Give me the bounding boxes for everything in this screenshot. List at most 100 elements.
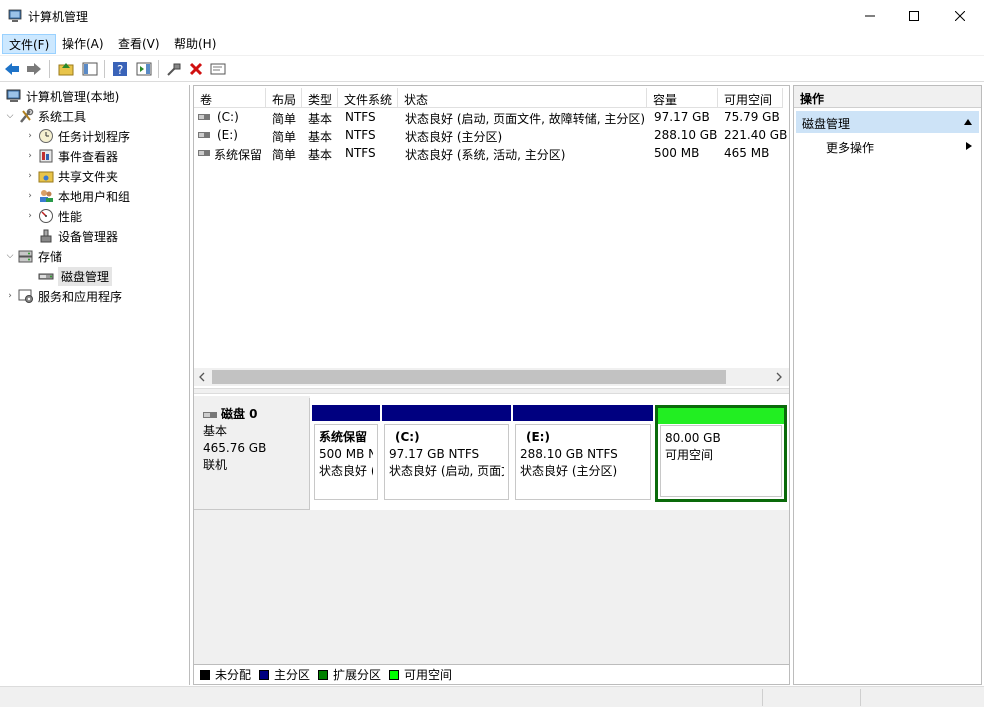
tree-item-root[interactable]: 计算机管理(本地)	[2, 86, 119, 106]
column-header-fs[interactable]: 文件系统	[338, 88, 398, 108]
cell-type: 基本	[308, 130, 333, 144]
menu-view[interactable]: 查看(V)	[112, 34, 166, 54]
delete-icon	[189, 62, 203, 76]
column-header-capacity[interactable]: 容量	[647, 88, 718, 108]
partition-status: 状态良好 (启动, 页面文	[389, 464, 504, 478]
tree-item-event-viewer[interactable]: › 事件查看器	[24, 146, 118, 166]
shared-folder-icon	[38, 171, 54, 183]
legend-label: 主分区	[274, 668, 311, 682]
menu-file[interactable]: 文件(F)	[2, 34, 57, 54]
partition-bar	[513, 405, 653, 421]
tree-item-local-users[interactable]: › 本地用户和组	[24, 186, 130, 206]
action-more-actions[interactable]: 更多操作	[796, 135, 979, 157]
column-header-status[interactable]: 状态	[398, 88, 647, 108]
menu-action[interactable]: 操作(A)	[56, 34, 110, 54]
horizontal-scrollbar[interactable]	[194, 368, 789, 386]
disk-state: 联机	[203, 458, 228, 472]
action-label: 更多操作	[826, 141, 875, 155]
forward-icon	[27, 63, 41, 75]
connect-button[interactable]	[164, 59, 184, 79]
tree-label: 设备管理器	[58, 229, 119, 244]
partition-e[interactable]: (E:) 288.10 GB NTFS 状态良好 (主分区)	[513, 405, 653, 502]
maximize-button[interactable]	[891, 0, 937, 32]
partition-system-reserved[interactable]: 系统保留 500 MB N 状态良好 (	[312, 405, 380, 502]
tree-item-services[interactable]: › 服务和应用程序	[4, 286, 122, 306]
tree-item-shared-folders[interactable]: › 共享文件夹	[24, 166, 118, 186]
cell-layout: 简单	[272, 112, 297, 126]
scroll-left-icon[interactable]	[198, 372, 206, 382]
menu-bar: 文件(F) 操作(A) 查看(V) 帮助(H)	[0, 32, 984, 56]
show-hide-tree-button[interactable]	[80, 59, 100, 79]
cell-fs: NTFS	[345, 146, 376, 160]
scroll-right-icon[interactable]	[775, 372, 783, 382]
partition-free-space[interactable]: 80.00 GB 可用空间	[655, 405, 787, 502]
table-row[interactable]: (E:) 简单 基本 NTFS 状态良好 (主分区) 288.10 GB 221…	[194, 127, 787, 145]
tree-label: 系统工具	[38, 109, 87, 124]
minimize-button[interactable]	[847, 0, 893, 32]
chevron-right-icon[interactable]: ›	[24, 151, 36, 161]
status-divider	[860, 689, 861, 706]
up-folder-button[interactable]	[56, 59, 76, 79]
partition-c[interactable]: (C:) 97.17 GB NTFS 状态良好 (启动, 页面文	[382, 405, 511, 502]
disk-management-pane: 卷 布局 类型 文件系统 状态 容量 可用空间 (C:) 简单 基本 NTFS …	[193, 85, 790, 685]
partition-size: 97.17 GB NTFS	[389, 447, 480, 461]
column-header-free[interactable]: 可用空间	[718, 88, 783, 108]
legend-swatch	[318, 669, 329, 680]
help-button[interactable]: ?	[110, 59, 130, 79]
tree-label: 存储	[38, 249, 63, 264]
tree-item-performance[interactable]: › 性能	[24, 206, 82, 226]
legend-swatch	[200, 669, 210, 680]
tree-item-task-scheduler[interactable]: › 任务计划程序	[24, 126, 130, 146]
pane-splitter[interactable]	[194, 388, 789, 394]
actions-section-label: 磁盘管理	[802, 117, 851, 131]
scrollbar-thumb[interactable]	[212, 370, 726, 384]
clock-icon	[39, 129, 53, 143]
tree-item-system-tools[interactable]: ⌵ 系统工具	[4, 106, 86, 126]
cell-layout: 简单	[272, 130, 297, 144]
close-button[interactable]	[937, 0, 983, 32]
partition-bar	[658, 408, 784, 424]
close-icon	[955, 11, 965, 21]
delete-button[interactable]	[186, 59, 206, 79]
table-row[interactable]: 系统保留 简单 基本 NTFS 状态良好 (系统, 活动, 主分区) 500 M…	[194, 145, 784, 163]
chevron-right-icon[interactable]: ›	[24, 171, 36, 181]
menu-help[interactable]: 帮助(H)	[168, 34, 222, 54]
volume-list: 卷 布局 类型 文件系统 状态 容量 可用空间 (C:) 简单 基本 NTFS …	[194, 86, 789, 392]
cell-type: 基本	[308, 148, 333, 162]
legend-item: 未分配	[200, 666, 251, 683]
column-header-type[interactable]: 类型	[302, 88, 338, 108]
properties-button[interactable]	[208, 59, 228, 79]
chevron-down-icon[interactable]: ⌵	[4, 111, 16, 121]
properties-icon	[210, 63, 226, 75]
legend-label: 未分配	[215, 668, 252, 682]
show-action-pane-button[interactable]	[134, 59, 154, 79]
chevron-down-icon[interactable]: ⌵	[4, 251, 16, 261]
chevron-right-icon[interactable]: ›	[24, 131, 36, 141]
forward-button[interactable]	[24, 59, 44, 79]
back-button[interactable]	[2, 59, 22, 79]
cell-volume: 系统保留	[214, 148, 263, 162]
tree-item-disk-management[interactable]: 磁盘管理	[24, 266, 113, 286]
tree-label: 性能	[58, 209, 83, 224]
legend-swatch	[389, 669, 400, 680]
tree-item-device-manager[interactable]: 设备管理器	[24, 226, 118, 246]
chevron-right-icon[interactable]: ›	[4, 291, 16, 301]
chevron-right-icon[interactable]: ›	[24, 191, 36, 201]
actions-header: 操作	[794, 86, 981, 108]
actions-section-disk-management[interactable]: 磁盘管理	[796, 111, 979, 133]
legend-label: 扩展分区	[333, 668, 382, 682]
chevron-right-icon[interactable]: ›	[24, 211, 36, 221]
disk-info[interactable]: 磁盘 0 基本 465.76 GB 联机	[194, 398, 310, 510]
column-header-volume[interactable]: 卷	[194, 88, 266, 108]
tree-label: 磁盘管理	[58, 266, 113, 286]
tree-item-storage[interactable]: ⌵ 存储	[4, 246, 62, 266]
event-viewer-icon	[39, 149, 53, 163]
cell-capacity: 97.17 GB	[654, 110, 710, 124]
collapse-up-icon[interactable]	[963, 118, 973, 126]
cell-fs: NTFS	[345, 110, 376, 124]
column-header-layout[interactable]: 布局	[266, 88, 302, 108]
computer-management-icon	[6, 89, 21, 102]
partition-bar	[312, 405, 380, 421]
legend-item: 主分区	[259, 666, 310, 683]
table-row[interactable]: (C:) 简单 基本 NTFS 状态良好 (启动, 页面文件, 故障转储, 主分…	[194, 109, 784, 127]
